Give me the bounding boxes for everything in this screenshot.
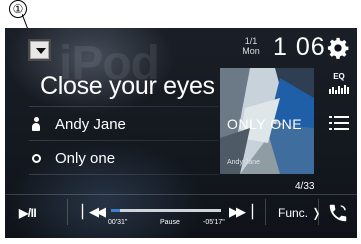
elapsed-time: 00'31" — [108, 219, 128, 226]
divider — [29, 174, 219, 175]
artwork-artist-text: Andy Jane — [227, 159, 261, 166]
source-menu-button[interactable] — [28, 39, 51, 61]
disc-icon — [31, 153, 41, 163]
date-value: 1/1 — [244, 36, 258, 46]
person-icon — [31, 117, 41, 131]
divider — [29, 140, 219, 141]
date-display: 1/1 Mon — [236, 36, 266, 56]
divider — [265, 199, 266, 225]
eq-button[interactable]: EQ — [327, 72, 351, 99]
chevron-right-icon: ❭ — [311, 206, 322, 220]
play-pause-button[interactable]: ▶/II — [19, 206, 37, 220]
head-unit-screen: iPod 1/1 Mon 1 06 Close your eyes Andy J… — [5, 28, 357, 238]
divider — [67, 199, 68, 225]
day-value: Mon — [242, 46, 260, 56]
progress-bar[interactable] — [111, 209, 221, 212]
artist-row[interactable]: Andy Jane — [29, 114, 126, 134]
artwork-title-text: ONLY ONE — [227, 116, 303, 132]
phone-icon[interactable] — [327, 202, 349, 224]
clock: 1 06 — [273, 33, 326, 61]
track-counter: 4/33 — [295, 181, 315, 192]
function-button[interactable]: Func. ❭ — [278, 206, 321, 220]
divider — [318, 199, 319, 225]
chevron-down-icon — [36, 48, 46, 54]
track-title: Close your eyes — [40, 72, 215, 100]
previous-track-button[interactable]: ▏◀◀ — [82, 204, 106, 220]
artist-name: Andy Jane — [55, 115, 126, 133]
progress-fill — [111, 209, 120, 212]
eq-label: EQ — [333, 72, 345, 81]
divider — [29, 106, 219, 107]
remaining-time: -05'17" — [203, 219, 225, 226]
control-bar-divider — [5, 194, 357, 195]
album-name: Only one — [55, 149, 116, 167]
next-track-button[interactable]: ▶▶▕ — [229, 204, 253, 220]
album-row[interactable]: Only one — [29, 148, 115, 168]
equalizer-icon — [329, 85, 349, 94]
settings-gear-icon[interactable] — [327, 37, 349, 59]
list-icon[interactable] — [329, 114, 349, 132]
function-label: Func. — [278, 206, 309, 220]
playback-state: Pause — [160, 219, 180, 226]
album-artwork: ONLY ONE Andy Jane — [220, 68, 314, 174]
